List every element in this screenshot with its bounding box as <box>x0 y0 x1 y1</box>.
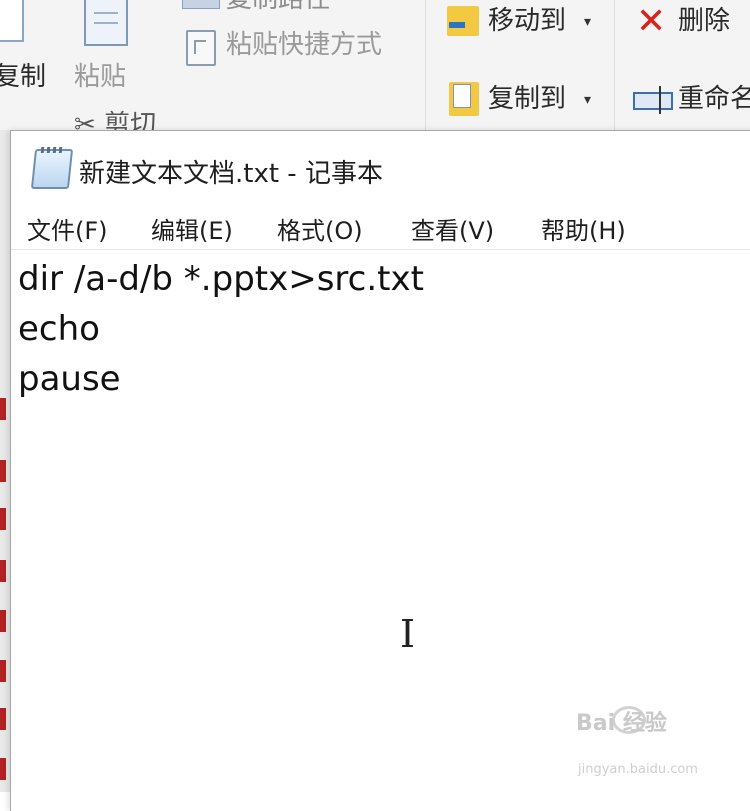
copy-label[interactable]: 复制 <box>0 64 46 90</box>
file-icon <box>0 708 6 730</box>
move-to-icon <box>447 6 479 36</box>
file-icon <box>0 398 6 420</box>
copy-icon <box>0 0 24 42</box>
copy-to-button[interactable]: 复制到 <box>488 86 566 112</box>
watermark-brand: Bai 经验 <box>576 711 667 736</box>
explorer-ribbon: 复制 粘贴 复制路径 粘贴快捷方式 ✂ 剪切 移动到 ▾ 复制到 ▾ ✕ 删除 … <box>0 0 750 140</box>
menu-bar: 文件(F) 编辑(E) 格式(O) 查看(V) 帮助(H) <box>11 203 750 250</box>
menu-view[interactable]: 查看(V) <box>411 211 494 246</box>
paste-shortcut-icon <box>186 30 216 66</box>
explorer-file-list-edge <box>0 130 10 792</box>
watermark-url: jingyan.baidu.com <box>578 762 698 777</box>
rename-icon <box>633 86 673 114</box>
delete-icon: ✕ <box>636 1 667 42</box>
copy-path-icon <box>182 0 220 9</box>
text-line: dir /a-d/b *.pptx>src.txt <box>18 259 424 299</box>
file-icon <box>0 660 6 682</box>
chevron-down-icon[interactable]: ▾ <box>584 14 591 30</box>
ribbon-divider <box>614 0 615 135</box>
text-line: pause <box>18 359 121 399</box>
menu-file[interactable]: 文件(F) <box>27 211 108 246</box>
menu-format[interactable]: 格式(O) <box>277 211 363 246</box>
file-icon <box>0 560 6 582</box>
title-bar[interactable]: 新建文本文档.txt - 记事本 <box>11 131 750 203</box>
paste-shortcut-button[interactable]: 粘贴快捷方式 <box>226 32 382 58</box>
text-line: echo <box>18 309 100 349</box>
rename-button[interactable]: 重命名 <box>678 86 750 112</box>
window-title: 新建文本文档.txt - 记事本 <box>79 159 383 189</box>
paste-button[interactable]: 粘贴 <box>74 64 126 90</box>
notepad-icon <box>30 149 74 189</box>
menu-edit[interactable]: 编辑(E) <box>151 211 233 246</box>
paste-icon <box>84 0 128 46</box>
menu-help[interactable]: 帮助(H) <box>541 211 626 246</box>
chevron-down-icon[interactable]: ▾ <box>584 92 591 108</box>
text-cursor-icon: I <box>400 612 416 656</box>
copy-path-button[interactable]: 复制路径 <box>226 0 330 12</box>
file-icon <box>0 610 6 632</box>
file-icon <box>0 508 6 530</box>
ribbon-divider <box>425 0 426 135</box>
move-to-button[interactable]: 移动到 <box>488 8 566 34</box>
file-icon <box>0 460 6 482</box>
delete-button[interactable]: 删除 <box>678 8 730 34</box>
copy-to-icon <box>449 82 479 116</box>
file-icon <box>0 758 6 780</box>
